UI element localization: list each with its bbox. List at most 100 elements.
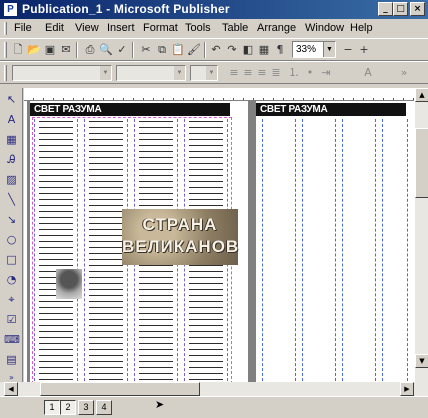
spelling-icon[interactable]: ✓ [114,43,130,57]
logo-line-1: СТРАНА [142,215,218,234]
arrow-icon[interactable]: ↘ [4,212,19,227]
toolbar-separator [204,42,206,58]
oval-icon[interactable]: ○ [4,232,19,247]
redo-icon[interactable]: ↷ [224,43,240,57]
autoshapes-icon[interactable]: ◔ [4,272,19,287]
select-objects-icon[interactable]: ↖ [4,92,19,107]
column-guide [262,119,296,382]
publisher-icon[interactable]: P [3,2,18,17]
more-buttons-icon[interactable]: » [396,66,412,80]
scroll-up-icon[interactable]: ▲ [415,88,428,102]
page-tab-4[interactable]: 4 [96,400,112,415]
standard-toolbar-grip[interactable] [4,42,7,58]
save-icon[interactable]: ▣ [42,43,58,57]
chevron-down-icon: ▼ [174,66,185,80]
line-icon[interactable]: ╲ [4,192,19,207]
text-box-icon[interactable]: A [4,112,19,127]
print-icon[interactable]: ⎙ [82,43,98,57]
publication-workspace[interactable]: СВЕТ РАЗУМА СТРАНА ВЕЛИКАНОВ СВЕТ РАЗУМА [28,101,414,382]
menu-arrange[interactable]: Arrange [257,22,296,34]
font-select[interactable]: ▼ [116,65,186,81]
column-guide [302,119,336,382]
zoom-select[interactable]: 33% ▼ [292,41,336,58]
minimize-button[interactable]: _ [378,2,393,16]
menu-bar: File Edit View Insert Format Tools Table… [0,19,428,38]
page-header-banner: СВЕТ РАЗУМА [256,103,406,116]
vertical-scrollbar[interactable]: ▲ ▼ [414,88,428,382]
table-icon[interactable]: ▦ [4,132,19,147]
column-guide [342,119,376,382]
chevron-down-icon[interactable]: ▼ [323,42,335,57]
window-title: Publication_1 - Microsoft Publisher [22,2,230,16]
page-tab-2[interactable]: 2 [60,400,76,415]
page-header-text: СВЕТ РАЗУМА [34,104,102,115]
page-right[interactable]: СВЕТ РАЗУМА [256,101,414,382]
indent-icon[interactable]: ⇥ [318,66,334,80]
zoom-out-icon[interactable]: − [340,43,356,57]
objects-toolbar: ↖ A ▦ Ꭿ ▨ ╲ ↘ ○ □ ◔ ⌖ ☑ ⌨ ▤ » [0,88,23,382]
bullets-icon[interactable]: • [302,66,318,80]
page-header-banner: СВЕТ РАЗУМА [30,103,230,116]
formatting-toolbar-grip[interactable] [4,65,7,81]
vertical-scroll-thumb[interactable] [415,128,428,198]
show-special-characters-icon[interactable]: ¶ [272,43,288,57]
open-icon[interactable]: 📂 [26,43,42,57]
font-color-icon[interactable]: A [360,66,376,80]
new-icon[interactable]: 🗋 [10,43,26,57]
page-tab-3[interactable]: 3 [78,400,94,415]
justify-icon[interactable]: ≣ [268,66,284,80]
page-tab-1[interactable]: 1 [44,400,60,415]
email-icon[interactable]: ✉ [58,43,74,57]
format-painter-icon[interactable]: 🖌 [186,43,202,57]
menu-format[interactable]: Format [143,22,178,34]
bring-forward-icon[interactable]: ◧ [240,43,256,57]
menu-edit[interactable]: Edit [45,22,64,34]
figure-image[interactable] [56,269,82,299]
page-left[interactable]: СВЕТ РАЗУМА СТРАНА ВЕЛИКАНОВ [30,101,248,382]
menu-tools[interactable]: Tools [185,22,211,34]
close-button[interactable]: × [410,2,425,16]
insert-table-icon[interactable]: ▦ [256,43,272,57]
status-bar: 1 2 3 4 [0,396,428,418]
print-preview-icon[interactable]: 🔍 [98,43,114,57]
page-header-text: СВЕТ РАЗУМА [260,104,328,115]
style-select[interactable]: ▼ [12,65,112,81]
logo-graphic[interactable]: СТРАНА ВЕЛИКАНОВ [122,209,238,265]
paste-icon[interactable]: 📋 [170,43,186,57]
zoom-in-icon[interactable]: + [356,43,372,57]
scroll-left-icon[interactable]: ◀ [4,382,18,396]
rectangle-icon[interactable]: □ [4,252,19,267]
mouse-cursor-icon: ➤ [155,398,165,411]
scroll-down-icon[interactable]: ▼ [415,354,428,368]
chevron-down-icon: ▼ [206,66,217,80]
menu-window[interactable]: Window [305,22,344,34]
form-control-icon[interactable]: ☑ [4,312,19,327]
menu-table[interactable]: Table [222,22,248,34]
formatting-toolbar: ▼ ▼ ▼ ≡ ≡ ≡ ≣ ⒈ • ⇥ A » [0,61,428,84]
scroll-right-icon[interactable]: ▶ [400,382,414,396]
horizontal-ruler[interactable] [24,88,414,101]
maximize-button[interactable]: □ [393,2,408,16]
toolbar-separator [132,42,134,58]
picture-frame-icon[interactable]: ▨ [4,172,19,187]
horizontal-scroll-thumb[interactable] [40,382,200,396]
undo-icon[interactable]: ↶ [208,43,224,57]
design-gallery-icon[interactable]: ▤ [4,352,19,367]
toolbar-separator [76,42,78,58]
html-code-icon[interactable]: ⌨ [4,332,20,347]
hot-spot-icon[interactable]: ⌖ [4,292,19,307]
horizontal-scrollbar[interactable]: ◀ ▶ [0,382,428,396]
column-guide [382,119,408,382]
menu-help[interactable]: Help [350,22,373,34]
menu-file[interactable]: File [14,22,32,34]
menu-insert[interactable]: Insert [107,22,135,34]
numbering-icon[interactable]: ⒈ [286,66,302,80]
menu-view[interactable]: View [75,22,99,34]
cut-icon[interactable]: ✂ [138,43,154,57]
menu-grip[interactable] [4,22,7,35]
copy-icon[interactable]: ⧉ [154,43,170,57]
title-bar: P Publication_1 - Microsoft Publisher _ … [0,0,428,19]
wordart-icon[interactable]: Ꭿ [4,152,19,167]
font-size-select[interactable]: ▼ [190,65,218,81]
chevron-down-icon: ▼ [100,66,111,80]
